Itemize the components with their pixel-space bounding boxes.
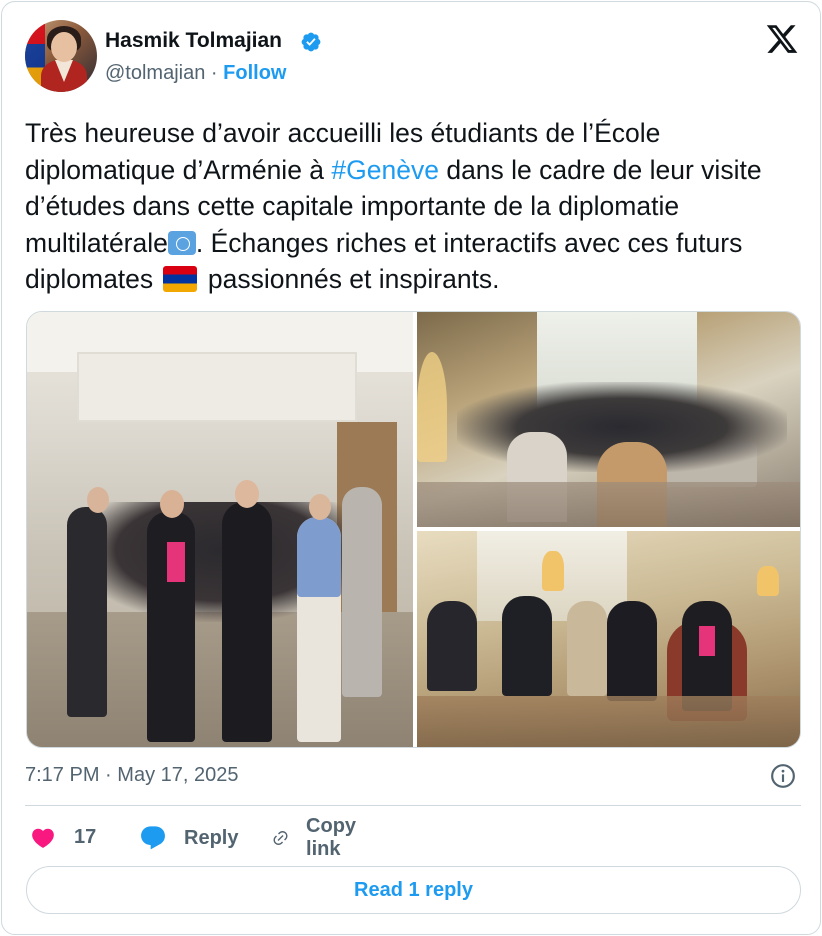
armenia-flag-icon (162, 266, 197, 292)
tweet-time: 7:17 PM (25, 764, 100, 786)
read-replies-button[interactable]: Read 1 reply (26, 866, 801, 914)
info-icon[interactable] (770, 763, 796, 789)
reply-label: Reply (184, 826, 239, 849)
author-handle-row: @tolmajian · Follow (105, 62, 286, 85)
speech-bubble-icon (141, 826, 165, 850)
author-handle[interactable]: @tolmajian (105, 62, 205, 84)
media-grid (26, 311, 801, 748)
tweet-date: May 17, 2025 (117, 764, 239, 786)
reply-button[interactable]: Reply (139, 822, 238, 854)
handle-separator: · (210, 62, 218, 84)
link-icon (273, 831, 288, 845)
hashtag-geneve-link[interactable]: #Genève (331, 155, 439, 185)
like-button[interactable] (30, 822, 56, 854)
avatar-face (51, 32, 77, 62)
copy-link-label: Copy link (306, 815, 357, 860)
verified-badge-icon (301, 32, 321, 52)
tweet-timestamp[interactable]: 7:17 PM · May 17, 2025 (25, 764, 238, 787)
author-name[interactable]: Hasmik Tolmajian (105, 29, 282, 53)
heart-icon (32, 828, 54, 848)
group-photo-staircase[interactable] (27, 312, 413, 747)
united-nations-flag-icon (167, 230, 196, 255)
meeting-room-photo[interactable] (417, 312, 800, 527)
author-avatar[interactable] (25, 20, 97, 92)
follow-button[interactable]: Follow (223, 62, 286, 84)
tweet-text: Très heureuse d’avoir accueilli les étud… (25, 115, 805, 298)
tweet-text-part4: passionnés et inspirants. (200, 264, 500, 294)
x-logo-icon[interactable] (764, 22, 800, 56)
like-count: 17 (74, 826, 97, 848)
divider (25, 805, 801, 806)
timestamp-separator: · (105, 764, 112, 786)
tweet-card: Hasmik Tolmajian @tolmajian · Follow Trè… (1, 1, 821, 935)
copy-link-button[interactable]: Copy link (272, 815, 365, 860)
reception-room-photo[interactable] (417, 531, 800, 747)
